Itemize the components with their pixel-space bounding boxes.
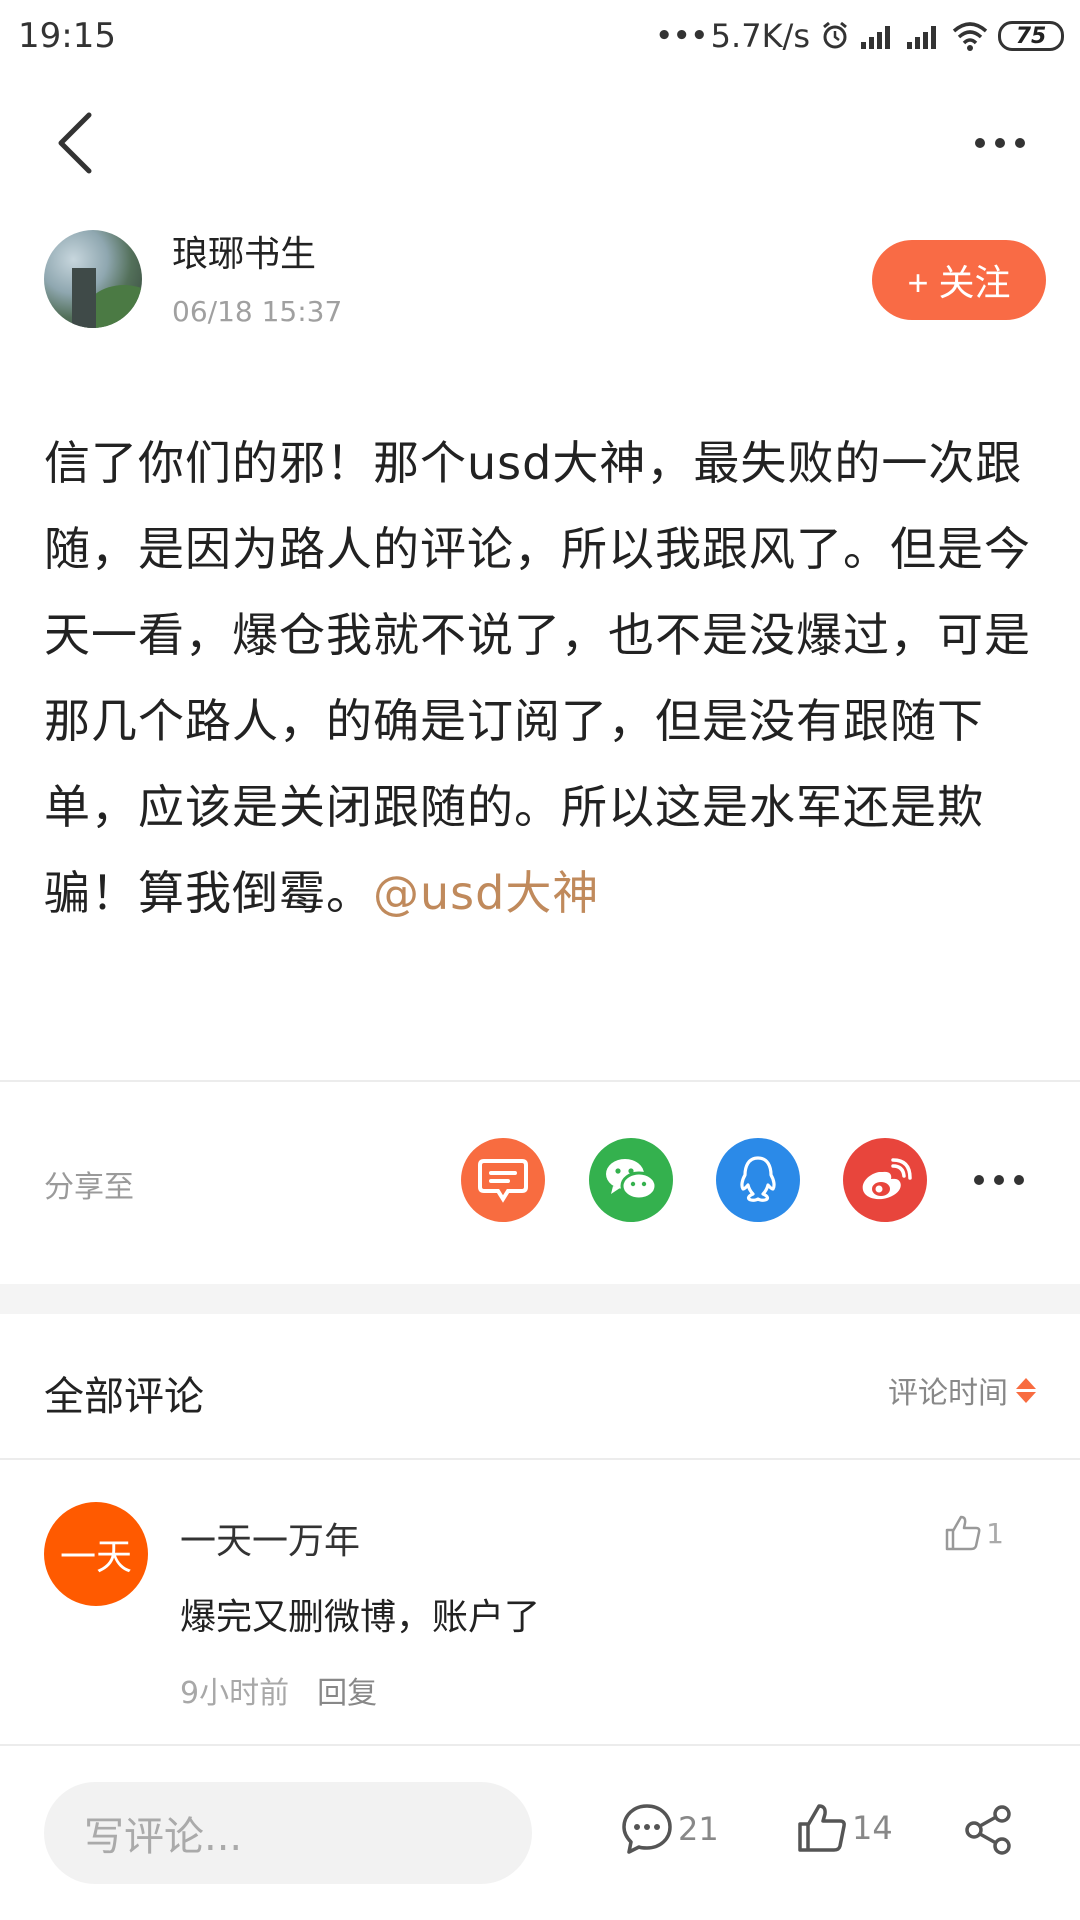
notification-dots-icon: ••• xyxy=(655,21,709,51)
author-avatar[interactable] xyxy=(44,230,142,328)
thumbs-up-icon xyxy=(945,1515,981,1551)
status-time: 19:15 xyxy=(18,16,116,56)
share-icon xyxy=(965,1805,1011,1855)
divider xyxy=(0,1080,1080,1082)
message-icon xyxy=(478,1159,528,1203)
bottom-bar: 写评论... 21 14 xyxy=(0,1746,1080,1920)
comment-like-count: 1 xyxy=(986,1516,1004,1550)
more-horizontal-icon xyxy=(975,138,985,148)
comment-text: 爆完又删微博，账户了 xyxy=(180,1597,541,1638)
share-wechat-button[interactable] xyxy=(589,1138,673,1222)
share-label: 分享至 xyxy=(44,1170,134,1205)
author-header: 琅琊书生 06/18 15:37 + 关注 xyxy=(44,225,1046,335)
nav-bar xyxy=(0,90,1080,200)
section-separator xyxy=(0,1284,1080,1314)
comment-count: 21 xyxy=(678,1810,719,1848)
qq-icon xyxy=(740,1156,776,1202)
share-message-button[interactable] xyxy=(461,1138,545,1222)
comments-header: 全部评论 评论时间 xyxy=(0,1314,1080,1460)
more-options-button[interactable] xyxy=(960,118,1040,168)
more-horizontal-icon xyxy=(974,1175,984,1185)
thumbs-up-icon xyxy=(798,1804,846,1852)
like-button[interactable]: 14 xyxy=(796,1802,893,1854)
share-row: 分享至 xyxy=(0,1110,1080,1250)
mention-link[interactable]: @usd大神 xyxy=(373,866,599,920)
status-icons: ••• 5.7K/s 75 xyxy=(656,14,1064,58)
post-content: 信了你们的邪！那个usd大神，最失败的一次跟随，是因为路人的评论，所以我跟风了。… xyxy=(44,420,1044,936)
comment-time: 9小时前 xyxy=(180,1676,290,1711)
alarm-icon xyxy=(823,21,847,49)
commenter-avatar[interactable]: 一天 xyxy=(44,1502,148,1606)
signal-icon xyxy=(907,26,936,49)
comment-bubble-icon xyxy=(622,1804,672,1854)
back-button[interactable] xyxy=(40,108,110,178)
sort-label: 评论时间 xyxy=(888,1376,1008,1411)
weibo-icon xyxy=(862,1158,912,1200)
sort-by-time-button[interactable]: 评论时间 xyxy=(888,1368,1036,1412)
author-name[interactable]: 琅琊书生 xyxy=(172,225,316,277)
comment-item: 一天 一天一万年 爆完又删微博，账户了 9小时前 回复 1 xyxy=(0,1462,1080,1742)
share-qq-button[interactable] xyxy=(716,1138,800,1222)
signal-icon xyxy=(861,26,890,49)
divider xyxy=(0,1458,1080,1460)
network-speed: ••• 5.7K/s xyxy=(656,17,810,55)
comment-meta: 9小时前 回复 xyxy=(180,1668,377,1712)
battery-level: 75 xyxy=(1015,23,1047,49)
wifi-icon xyxy=(952,22,988,51)
battery-icon: 75 xyxy=(998,21,1064,51)
status-bar: 19:15 ••• 5.7K/s 75 xyxy=(0,0,1080,74)
share-button[interactable] xyxy=(962,1804,1014,1856)
like-count: 14 xyxy=(852,1809,893,1847)
reply-button[interactable]: 回复 xyxy=(317,1668,377,1712)
post-timestamp: 06/18 15:37 xyxy=(172,295,343,328)
comment-like-button[interactable]: 1 xyxy=(944,1514,1004,1552)
wechat-icon xyxy=(606,1159,658,1201)
chevron-left-icon xyxy=(58,112,92,174)
write-comment-input[interactable]: 写评论... xyxy=(44,1782,532,1884)
network-speed-value: 5.7K/s xyxy=(710,17,810,55)
post-text: 信了你们的邪！那个usd大神，最失败的一次跟随，是因为路人的评论，所以我跟风了。… xyxy=(44,436,1031,920)
sort-arrows-icon xyxy=(1016,1377,1036,1403)
share-weibo-button[interactable] xyxy=(843,1138,927,1222)
follow-button[interactable]: + 关注 xyxy=(872,240,1046,320)
share-more-button[interactable] xyxy=(974,1170,1034,1190)
comments-title: 全部评论 xyxy=(44,1374,204,1420)
commenter-name[interactable]: 一天一万年 xyxy=(180,1512,360,1564)
comments-button[interactable]: 21 xyxy=(620,1802,719,1856)
